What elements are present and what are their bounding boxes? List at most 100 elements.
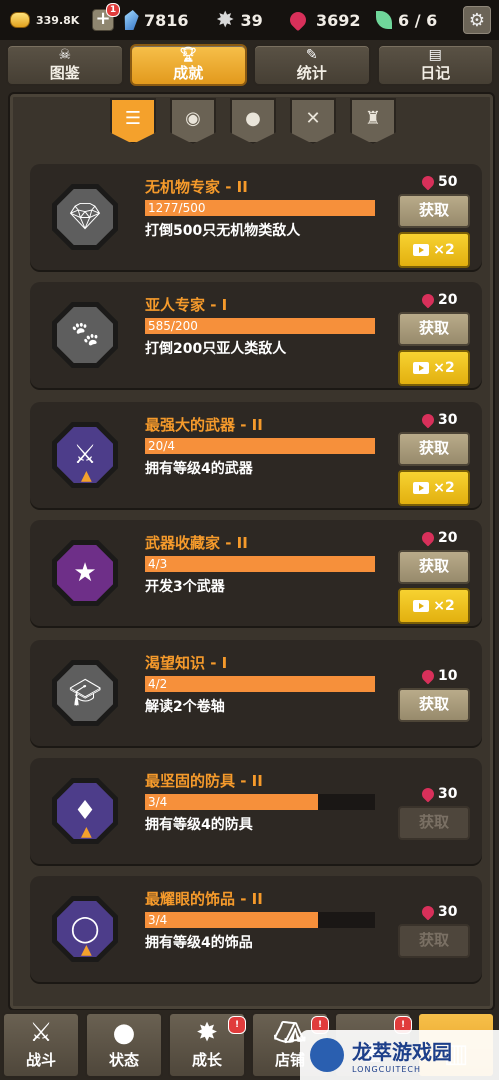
beast-icon: 🐾︎	[57, 307, 113, 363]
progress-text: 4/2	[148, 677, 168, 691]
star-icon: ✸	[216, 7, 235, 33]
skull-icon: ☠	[58, 46, 72, 63]
top-status-bar: 339.8K + 1 7816 ✸ 39 3692 6 / 6 ⚙	[0, 0, 499, 40]
reward-value: 30	[438, 786, 458, 802]
feather-icon: ✎	[305, 46, 318, 63]
progress-bar: 585/200	[145, 318, 375, 334]
progress-bar: 20/4	[145, 438, 375, 454]
progress-bar: 4/2	[145, 676, 375, 692]
filter-items[interactable]: ♜	[350, 98, 396, 144]
nav-battle[interactable]: ⚔ 战斗	[2, 1012, 80, 1078]
claim-button-disabled[interactable]: 获取	[398, 806, 470, 840]
crossed-swords-icon: ✕	[305, 108, 321, 129]
reward-value: 10	[438, 668, 458, 684]
progress-bar: 1277/500	[145, 200, 375, 216]
globe-icon: ◉	[185, 108, 201, 129]
alert-icon: !	[228, 1016, 246, 1034]
graduation-cap-icon: 🎓︎	[57, 665, 113, 721]
watermark-subtitle: LONGCUITECH	[352, 1065, 421, 1074]
person-icon: ●	[112, 1018, 136, 1048]
tab-diary[interactable]: ▤ 日记	[376, 44, 494, 86]
achievement-card: ★ 武器收藏家 - II 4/3 开发3个武器 20 获取 ×2	[30, 520, 482, 626]
ad-double-button[interactable]: ×2	[398, 470, 470, 506]
progress-text: 3/4	[148, 913, 168, 927]
tab-statistics[interactable]: ✎ 统计	[253, 44, 371, 86]
progress-text: 4/3	[148, 557, 168, 571]
tab-label: 统计	[296, 63, 327, 82]
ruby-icon	[286, 8, 310, 32]
gold-counter: 339.8K	[10, 0, 79, 40]
weapon-collection-icon: ★	[57, 545, 113, 601]
achievement-desc: 开发3个武器	[145, 579, 225, 595]
reward: 30	[419, 903, 457, 921]
ad-double-button[interactable]: ×2	[398, 350, 470, 386]
person-icon: ●	[245, 108, 261, 129]
tab-achievements[interactable]: 🏆︎ 成就	[129, 44, 247, 86]
achievement-badge: 🎓︎	[52, 660, 118, 726]
claim-button[interactable]: 获取	[398, 688, 470, 722]
gold-value: 339.8K	[36, 13, 80, 27]
filter-all[interactable]: ☰	[110, 98, 156, 144]
crystal-counter: 7816	[124, 0, 189, 40]
leaf-icon	[376, 11, 392, 29]
nav-label: 战斗	[25, 1051, 56, 1069]
reward: 20	[419, 529, 457, 547]
nav-status[interactable]: ● 状态	[85, 1012, 163, 1078]
achievement-badge: ★	[52, 540, 118, 606]
notification-badge: 1	[106, 3, 120, 17]
journal-icon: ▤	[428, 46, 442, 63]
plus-button[interactable]: + 1	[92, 3, 120, 31]
achievement-badge: ◯ ▲	[52, 896, 118, 962]
filter-world[interactable]: ◉	[170, 98, 216, 144]
achievement-title: 亚人专家 - I	[145, 296, 228, 314]
achievement-title: 最坚固的防具 - II	[145, 772, 263, 790]
claim-button-disabled[interactable]: 获取	[398, 924, 470, 958]
achievement-card: 🎓︎ 渴望知识 - I 4/2 解读2个卷轴 10 获取	[30, 640, 482, 746]
watermark-title: 龙萃游戏园	[352, 1040, 452, 1064]
claim-button[interactable]: 获取	[398, 194, 470, 228]
tab-label: 日记	[420, 63, 451, 82]
claim-button[interactable]: 获取	[398, 550, 470, 584]
crossed-swords-icon: ⚔	[29, 1018, 53, 1048]
claim-button[interactable]: 获取	[398, 312, 470, 346]
achievements-panel: ☰ ◉ ● ✕ ♜ 💎︎ 无机物专家 - II 1277/500 打倒500只无…	[8, 92, 495, 1011]
video-icon	[413, 244, 430, 256]
achievement-card: 💎︎ 无机物专家 - II 1277/500 打倒500只无机物类敌人 50 获…	[30, 164, 482, 270]
claim-button[interactable]: 获取	[398, 432, 470, 466]
ruby-icon	[419, 529, 437, 547]
filter-character[interactable]: ●	[230, 98, 276, 144]
ad-double-button[interactable]: ×2	[398, 232, 470, 268]
upgrade-arrow-icon: ▲	[81, 824, 92, 840]
star-value: 39	[240, 10, 263, 30]
gear-icon: ⚙	[468, 9, 486, 31]
achievement-title: 最耀眼的饰品 - II	[145, 890, 263, 908]
nav-label: 成长	[191, 1051, 222, 1069]
ruby-icon	[419, 667, 437, 685]
achievement-desc: 拥有等级4的饰品	[145, 935, 253, 951]
ruby-icon	[419, 291, 437, 309]
filter-combat[interactable]: ✕	[290, 98, 336, 144]
settings-button[interactable]: ⚙	[463, 6, 491, 34]
add-currency[interactable]: + 1	[92, 0, 120, 40]
watermark-logo: 龙萃游戏园 LONGCUITECH	[300, 1030, 499, 1080]
ad-double-button[interactable]: ×2	[398, 588, 470, 624]
progress-bar: 3/4	[145, 794, 375, 810]
achievement-card: 🐾︎ 亚人专家 - I 585/200 打倒200只亚人类敌人 20 获取 ×2	[30, 282, 482, 388]
achievement-badge: ♦ ▲	[52, 778, 118, 844]
achievement-desc: 拥有等级4的武器	[145, 461, 253, 477]
achievement-desc: 拥有等级4的防具	[145, 817, 253, 833]
reward: 50	[419, 173, 457, 191]
star-counter: ✸ 39	[216, 0, 263, 40]
trophy-icon: 🏆︎	[179, 46, 198, 63]
crystal-icon	[122, 10, 140, 30]
progress-text: 585/200	[148, 319, 198, 333]
tab-bestiary[interactable]: ☠ 图鉴	[6, 44, 124, 86]
reward-value: 20	[438, 292, 458, 308]
video-icon	[413, 362, 430, 374]
achievement-card: ♦ ▲ 最坚固的防具 - II 3/4 拥有等级4的防具 30 获取	[30, 758, 482, 864]
achievement-desc: 打倒500只无机物类敌人	[145, 223, 301, 239]
achievement-card: ⚔︎ ▲ 最强大的武器 - II 20/4 拥有等级4的武器 30 获取 ×2	[30, 402, 482, 508]
ruby-value: 3692	[316, 10, 361, 30]
energy-counter: 6 / 6	[376, 0, 437, 40]
nav-growth[interactable]: ✸ 成长 !	[168, 1012, 246, 1078]
